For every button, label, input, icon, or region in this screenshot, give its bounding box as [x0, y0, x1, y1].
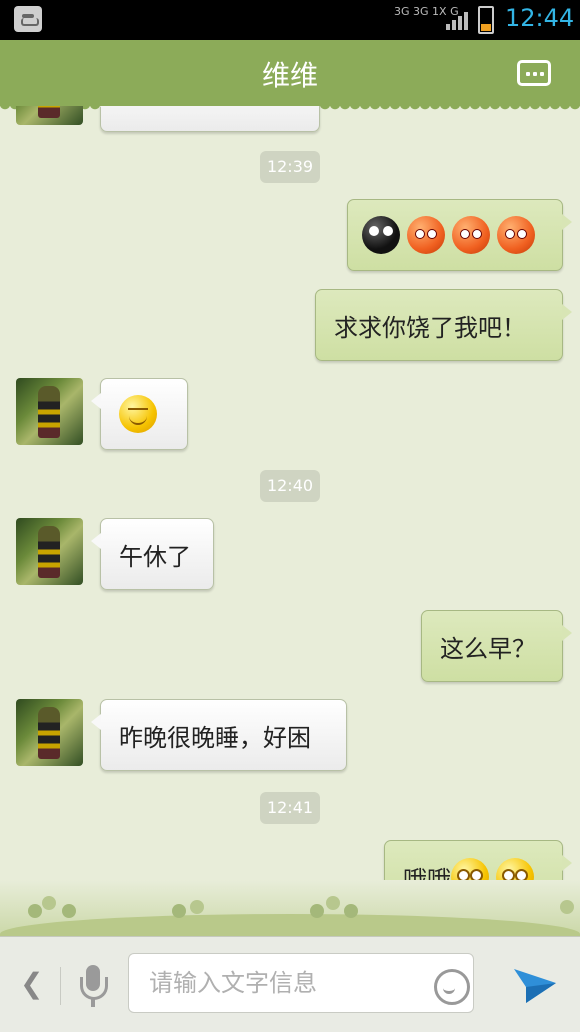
- message-timestamp: 12:40: [260, 470, 320, 502]
- microphone-icon[interactable]: [78, 965, 108, 1007]
- contact-avatar[interactable]: [16, 518, 83, 585]
- message-text: 求求你饶了我吧！: [334, 313, 526, 342]
- status-time: 12:44: [505, 4, 575, 32]
- input-bar: ❮ 请输入文字信息: [0, 936, 580, 1032]
- message-list[interactable]: 12:39 求求你饶了我吧！ 12:40 午休了 这么早？ 昨晚很晚睡，好困 1…: [0, 106, 580, 936]
- message-notification-icon: [14, 6, 42, 32]
- message-input[interactable]: 请输入文字信息: [128, 953, 474, 1013]
- message-bubble-incoming[interactable]: [91, 378, 188, 450]
- message-text: 午休了: [119, 542, 191, 571]
- chevron-left-icon[interactable]: ❮: [20, 967, 43, 1000]
- message-bubble-outgoing[interactable]: 求求你饶了我吧！: [315, 289, 572, 361]
- message-bubble-incoming[interactable]: 昨晚很晚睡，好困: [91, 699, 347, 771]
- message-timestamp: 12:39: [260, 151, 320, 183]
- battery-icon: [478, 6, 494, 34]
- angry-icon: [452, 216, 490, 254]
- sad-black-icon: [362, 216, 400, 254]
- message-text: 昨晚很晚睡，好困: [119, 723, 311, 752]
- emoji-icon[interactable]: [434, 969, 470, 1005]
- message-bubble-outgoing[interactable]: 这么早？: [421, 610, 572, 682]
- decorative-landscape: [0, 880, 580, 936]
- signal-strength-icon: [446, 10, 468, 30]
- chat-header: 维维: [0, 40, 580, 112]
- status-bar: 3G 3G 1X G 12:44: [0, 0, 580, 40]
- message-bubble-incoming[interactable]: 午休了: [91, 518, 214, 590]
- send-icon[interactable]: [512, 961, 558, 1007]
- angry-icon: [497, 216, 535, 254]
- angry-icon: [407, 216, 445, 254]
- more-options-button[interactable]: [517, 60, 551, 86]
- smile-icon: [119, 395, 157, 433]
- contact-avatar[interactable]: [16, 106, 83, 125]
- message-bubble-outgoing[interactable]: [347, 199, 572, 271]
- divider: [60, 967, 61, 1005]
- message-timestamp: 12:41: [260, 792, 320, 824]
- chat-title: 维维: [261, 59, 318, 92]
- contact-avatar[interactable]: [16, 699, 83, 766]
- message-text: 这么早？: [440, 634, 536, 663]
- contact-avatar[interactable]: [16, 378, 83, 445]
- message-bubble-incoming[interactable]: [91, 106, 320, 132]
